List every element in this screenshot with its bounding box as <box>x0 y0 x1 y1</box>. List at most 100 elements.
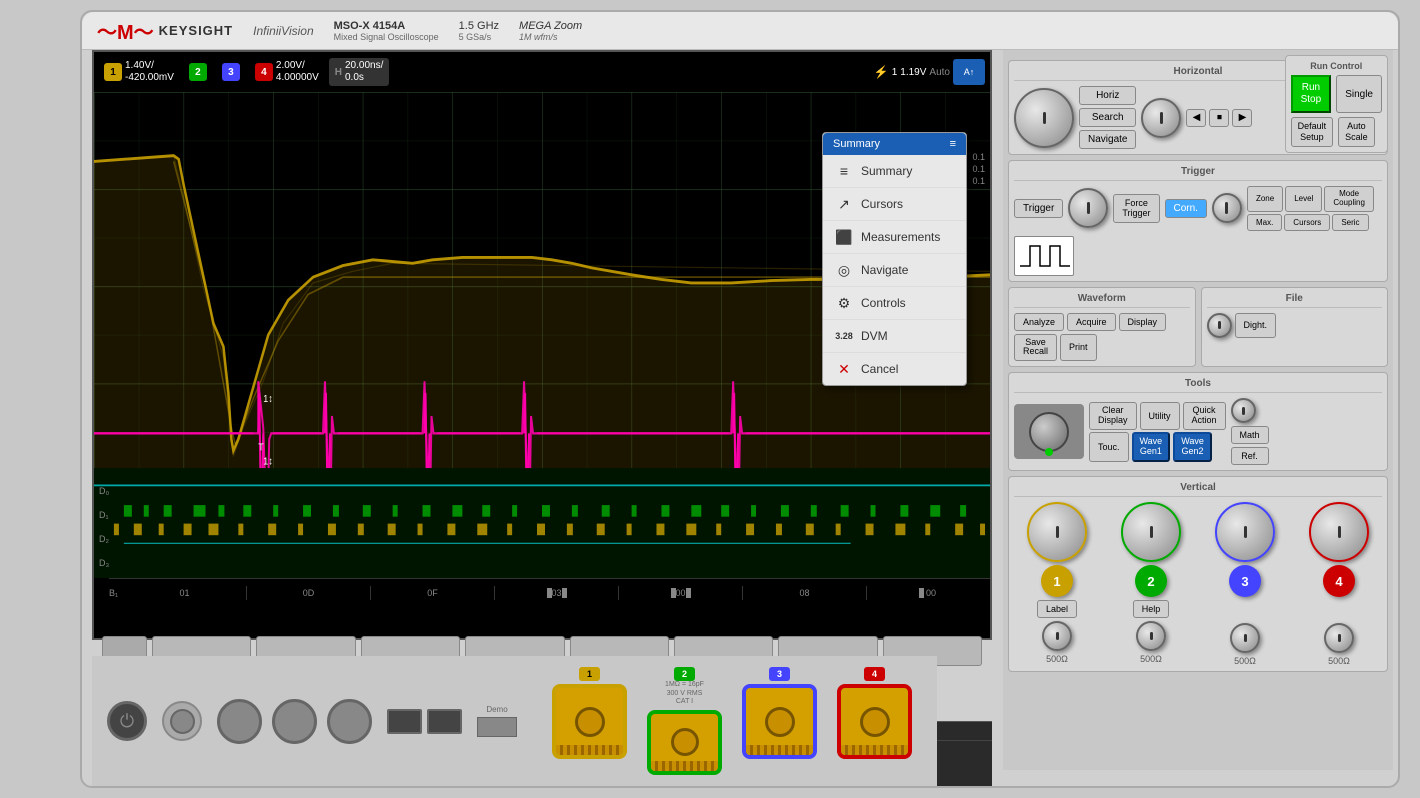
channel-3-indicator[interactable]: 3 <box>217 61 245 83</box>
nav-right-button[interactable]: ▶ <box>1232 109 1252 127</box>
ch3-pos-knob[interactable] <box>1230 623 1260 653</box>
ch4-channel-button[interactable]: 4 <box>1323 565 1355 597</box>
controls-icon: ⚙ <box>835 294 853 312</box>
dig-knob[interactable] <box>1207 313 1232 338</box>
func-knob-1[interactable] <box>217 699 262 744</box>
ch3-channel-button[interactable]: 3 <box>1229 565 1261 597</box>
menu-controls[interactable]: ⚙ Controls <box>823 287 966 320</box>
save-recall-button[interactable]: Save Recall <box>1014 334 1057 362</box>
freq-value: 1.5 GHz <box>459 20 499 32</box>
run-control-label: Run Control <box>1291 61 1382 71</box>
menu-measurements[interactable]: ⬛ Measurements <box>823 221 966 254</box>
screen-mode-button[interactable]: A↑ <box>953 59 985 85</box>
hex-01: 01 <box>123 586 247 600</box>
tools-controls: Clear Display Utility Quick Action Touc.… <box>1014 398 1382 465</box>
quick-action-button[interactable]: Quick Action <box>1183 402 1226 430</box>
default-setup-button[interactable]: Default Setup <box>1291 117 1334 147</box>
menu-cursors[interactable]: ↗ Cursors <box>823 188 966 221</box>
eject-button[interactable] <box>162 701 202 741</box>
nav-stop-button[interactable]: ⏹ <box>1209 109 1229 127</box>
trigger-button[interactable]: Trigger <box>1014 199 1063 218</box>
search-button[interactable]: Search <box>1079 108 1136 127</box>
ch2-knob-marker <box>1150 526 1153 538</box>
ch4-pos-knob[interactable] <box>1324 623 1354 653</box>
trigger-level-knob[interactable] <box>1068 188 1108 228</box>
waveform-section: Waveform Analyze Acquire Display Save Re… <box>1008 287 1196 368</box>
measure-knob[interactable] <box>1212 193 1242 223</box>
ref-button[interactable]: Ref. <box>1231 447 1269 465</box>
cursors-icon: ↗ <box>835 195 853 213</box>
ch3-impedance: 500Ω <box>1234 656 1256 666</box>
waveform-title: Waveform <box>1014 293 1190 308</box>
nav-left-button[interactable]: ◀ <box>1186 109 1206 127</box>
ch2-scale-knob[interactable] <box>1121 502 1181 562</box>
utility-button[interactable]: Utility <box>1140 402 1180 430</box>
max-button[interactable]: Max. <box>1247 214 1282 231</box>
func-knob-3[interactable] <box>327 699 372 744</box>
menu-summary[interactable]: ≡ Summary <box>823 155 966 188</box>
math-button[interactable]: Math <box>1231 426 1269 444</box>
trigger-knob-marker <box>1087 202 1090 214</box>
ch2-bnc-connector[interactable] <box>647 710 722 775</box>
model-number: MSO-X 4154A <box>334 20 439 32</box>
ch3-scale-knob[interactable] <box>1215 502 1275 562</box>
horiz-button[interactable]: Horiz <box>1079 86 1136 105</box>
channel-indicators: 1 1.40V/ -420.00mV 2 3 4 2.00V/ 4.00000V <box>94 52 990 92</box>
brand-wave-icon: 〜M〜 <box>97 16 154 45</box>
power-button[interactable]: ⏻ <box>107 701 147 741</box>
wave-gen1-button[interactable]: Wave Gen1 <box>1132 432 1171 462</box>
horizontal-pos-knob[interactable] <box>1141 98 1181 138</box>
ch1-scale-knob[interactable] <box>1027 502 1087 562</box>
ch1-bnc-connector[interactable] <box>552 684 627 759</box>
navigate-button[interactable]: Navigate <box>1079 130 1136 149</box>
digi-button[interactable]: Dight. <box>1235 313 1277 338</box>
ch4-scale-knob[interactable] <box>1309 502 1369 562</box>
ch1-pos-knob[interactable] <box>1042 621 1072 651</box>
file-title: File <box>1207 293 1383 308</box>
intensity-display <box>1014 404 1084 459</box>
cursors-button[interactable]: Cursors <box>1284 214 1330 231</box>
acquire-button[interactable]: Acquire <box>1067 313 1116 331</box>
ch3-bnc-inner <box>765 707 795 737</box>
auto-scale-button[interactable]: Auto Scale <box>1338 117 1375 147</box>
func-knob-2[interactable] <box>272 699 317 744</box>
brand-logo: 〜M〜 KEYSIGHT <box>97 16 233 45</box>
ch4-bnc-teeth <box>841 745 908 755</box>
seric-button[interactable]: Seric <box>1332 214 1368 231</box>
channel-2-indicator[interactable]: 2 <box>184 61 212 83</box>
trigger-marker-t: T <box>258 442 264 454</box>
clear-display-button[interactable]: Clear Display <box>1089 402 1137 430</box>
ch2-pos-knob[interactable] <box>1136 621 1166 651</box>
menu-cancel[interactable]: ✕ Cancel <box>823 353 966 385</box>
intensity-knob[interactable] <box>1029 412 1069 452</box>
level-button[interactable]: Level <box>1285 186 1322 212</box>
analyze-button[interactable]: Analyze <box>1014 313 1064 331</box>
run-stop-button[interactable]: Run Stop <box>1291 75 1332 113</box>
ch1-number: 1 <box>104 63 122 81</box>
horizontal-indicator[interactable]: H 20.00ns/ 0.0s <box>329 58 390 86</box>
force-trigger-button[interactable]: Force Trigger <box>1113 194 1159 224</box>
ch2-help-button[interactable]: Help <box>1133 600 1170 618</box>
menu-navigate[interactable]: ◎ Navigate <box>823 254 966 287</box>
corner-button[interactable]: Corn. <box>1165 199 1207 218</box>
wave-gen2-button[interactable]: Wave Gen2 <box>1173 432 1212 462</box>
channel-1-indicator[interactable]: 1 1.40V/ -420.00mV <box>99 58 179 86</box>
print-button[interactable]: Print <box>1060 334 1097 362</box>
ch4-bnc-connector[interactable] <box>837 684 912 759</box>
ch2-channel-button[interactable]: 2 <box>1135 565 1167 597</box>
ch1-channel-button[interactable]: 1 <box>1041 565 1073 597</box>
mode-coupling-button[interactable]: Mode Coupling <box>1324 186 1374 212</box>
menu-dvm[interactable]: 3.28 DVM <box>823 320 966 353</box>
single-button[interactable]: Single <box>1336 75 1382 113</box>
trigger-indicator[interactable]: ⚡ 1 1.19V Auto A↑ <box>874 59 985 85</box>
ch1-label-button[interactable]: Label <box>1037 600 1077 618</box>
channel-4-indicator[interactable]: 4 2.00V/ 4.00000V <box>250 58 324 86</box>
display-button[interactable]: Display <box>1119 313 1167 331</box>
ch3-bnc-connector[interactable] <box>742 684 817 759</box>
tools-title: Tools <box>1014 378 1382 393</box>
tools-knob[interactable] <box>1231 398 1256 423</box>
horizontal-scale-knob[interactable] <box>1014 88 1074 148</box>
freq-info: 1.5 GHz 5 GSa/s <box>459 20 499 42</box>
touch-button[interactable]: Touc. <box>1089 432 1129 462</box>
zone-button[interactable]: Zone <box>1247 186 1283 212</box>
